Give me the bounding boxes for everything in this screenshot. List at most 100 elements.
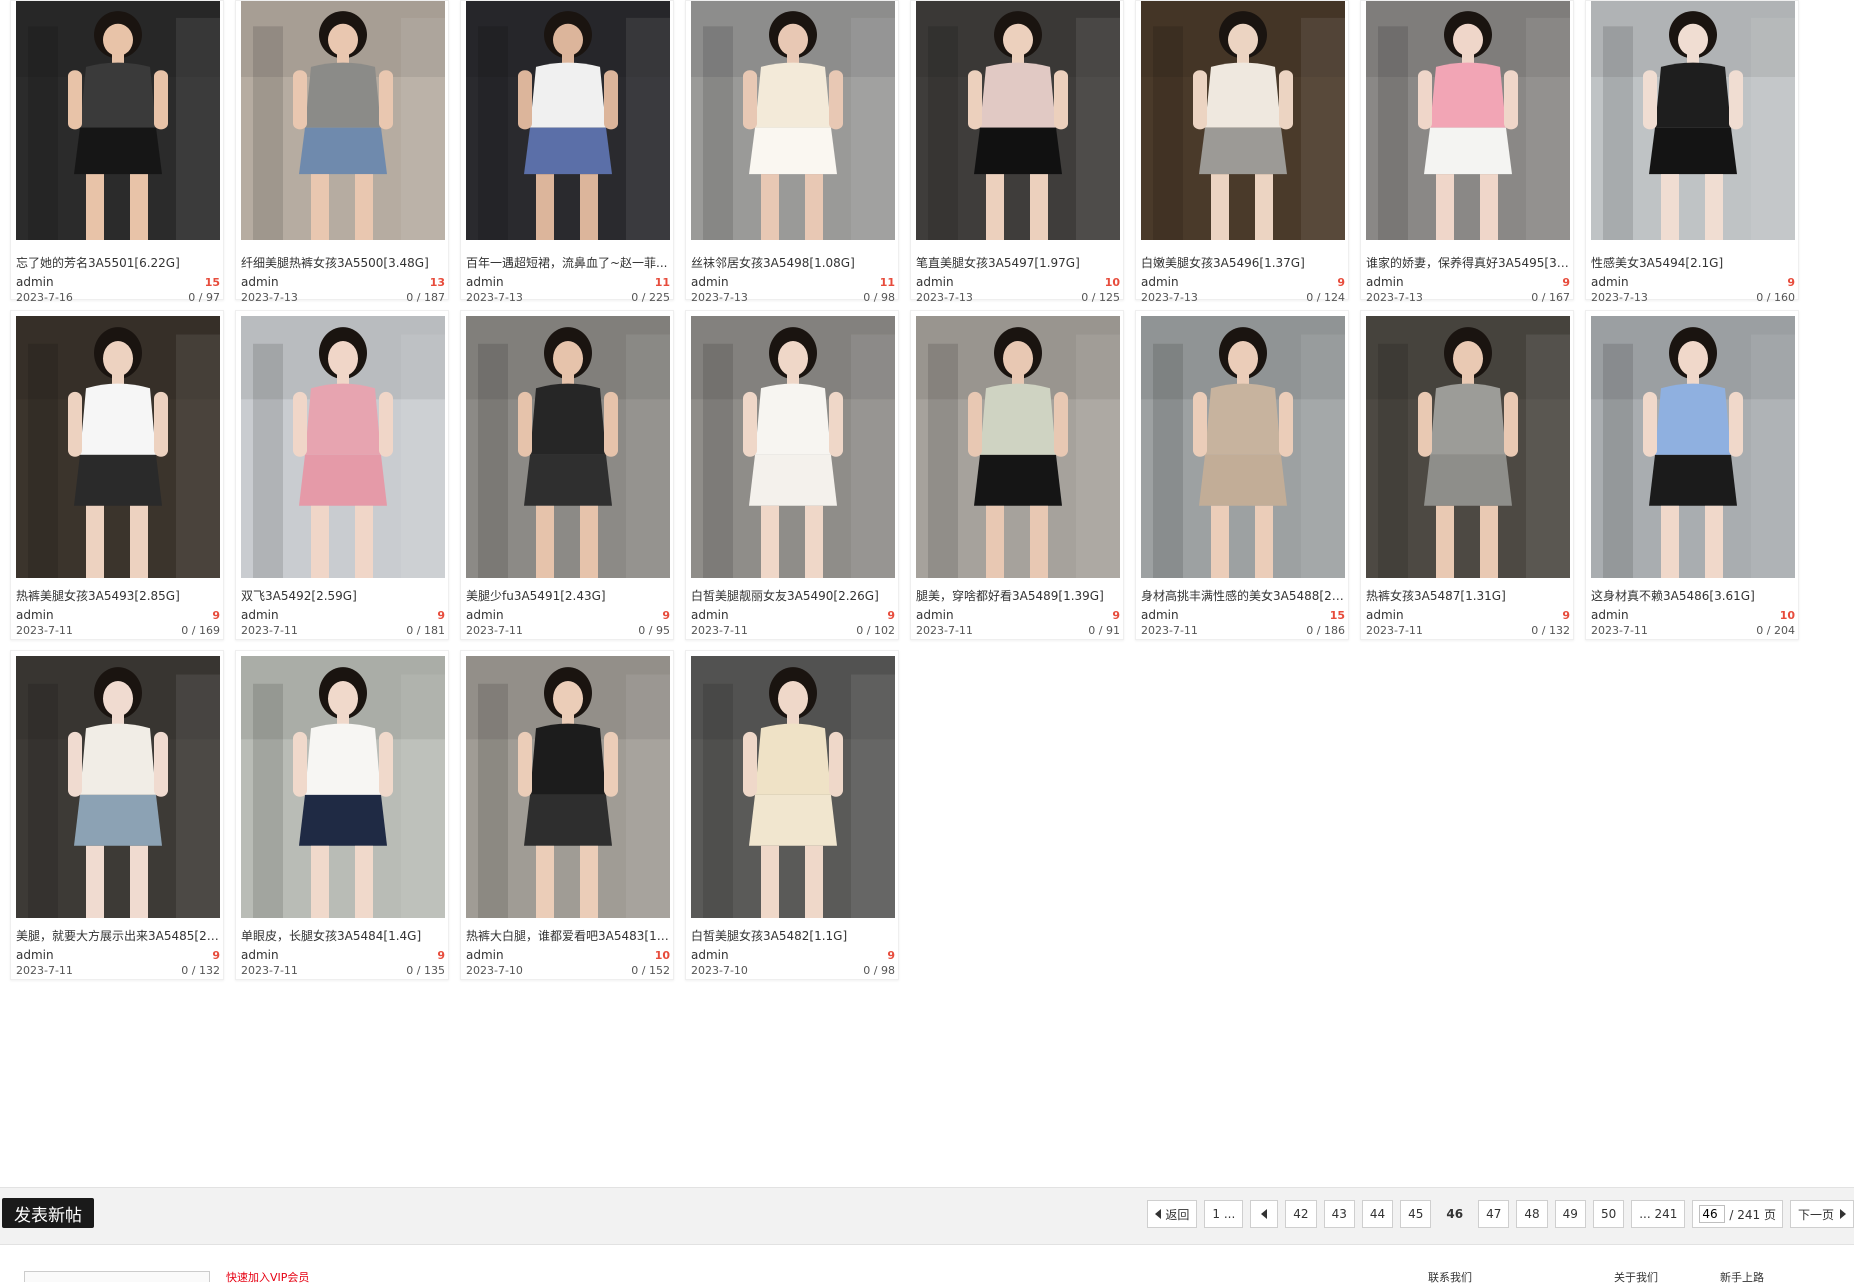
page-42[interactable]: 42 <box>1285 1200 1317 1228</box>
thread-author[interactable]: admin <box>16 275 54 289</box>
footer-link-guide[interactable]: 新手上路 <box>1720 1269 1764 1285</box>
thread-stats: 0 / 132 <box>1531 623 1570 637</box>
thread-image-count: 9 <box>887 948 895 962</box>
thread-title[interactable]: 腿美，穿啥都好看3A5489[1.39G] <box>916 587 1120 604</box>
thread-title[interactable]: 纤细美腿热裤女孩3A5500[3.48G] <box>241 254 445 271</box>
thread-title[interactable]: 这身材真不赖3A5486[3.61G] <box>1591 587 1795 604</box>
thread-title[interactable]: 双飞3A5492[2.59G] <box>241 587 445 604</box>
page-48[interactable]: 48 <box>1516 1200 1548 1228</box>
thread-author[interactable]: admin <box>241 608 279 622</box>
thread-card: 白嫩美腿女孩3A5496[1.37G] admin 9 2023-7-13 0 … <box>1135 0 1349 304</box>
thread-author[interactable]: admin <box>16 948 54 962</box>
thread-title[interactable]: 热裤大白腿，谁都爱看吧3A5483[1.... <box>466 927 670 944</box>
thread-author[interactable]: admin <box>1141 608 1179 622</box>
thread-image-count: 9 <box>887 608 895 622</box>
page-47[interactable]: 47 <box>1478 1200 1510 1228</box>
thread-author[interactable]: admin <box>241 948 279 962</box>
thread-meta: admin 9 <box>691 947 895 963</box>
page-first[interactable]: 1 ... <box>1204 1200 1244 1228</box>
thread-title[interactable]: 美腿少fu3A5491[2.43G] <box>466 587 670 604</box>
thread-stats: 0 / 186 <box>1306 623 1345 637</box>
page-total: / 241 页 <box>1729 1207 1776 1222</box>
prev-page-button[interactable] <box>1250 1200 1279 1228</box>
thread-title[interactable]: 单眼皮，长腿女孩3A5484[1.4G] <box>241 927 445 944</box>
thread-title[interactable]: 身材高挑丰满性感的美女3A5488[2.... <box>1141 587 1345 604</box>
thread-author[interactable]: admin <box>1591 275 1629 289</box>
page-49[interactable]: 49 <box>1554 1200 1586 1228</box>
prev-arrow-icon <box>1261 1209 1268 1219</box>
thread-title[interactable]: 性感美女3A5494[2.1G] <box>1591 254 1795 271</box>
thread-stats-row: 2023-7-10 0 / 152 <box>466 962 670 978</box>
thread-title[interactable]: 白嫩美腿女孩3A5496[1.37G] <box>1141 254 1345 271</box>
page-50[interactable]: 50 <box>1592 1200 1625 1228</box>
thread-thumbnail[interactable] <box>691 1 895 240</box>
thread-thumbnail[interactable] <box>241 316 445 578</box>
thread-date: 2023-7-16 <box>16 290 73 304</box>
thread-card: 白皙美腿靓丽女友3A5490[2.26G] admin 9 2023-7-11 … <box>685 310 899 640</box>
thread-thumbnail[interactable] <box>691 316 895 578</box>
thread-title[interactable]: 谁家的娇妻，保养得真好3A5495[3.... <box>1366 254 1570 271</box>
thread-title[interactable]: 笔直美腿女孩3A5497[1.97G] <box>916 254 1120 271</box>
thumbnail-image <box>1591 1 1795 240</box>
thread-thumbnail[interactable] <box>16 656 220 918</box>
thread-date: 2023-7-10 <box>466 963 523 977</box>
thread-image-count: 9 <box>1112 608 1120 622</box>
thread-thumbnail[interactable] <box>466 1 670 240</box>
thread-title[interactable]: 热裤美腿女孩3A5493[2.85G] <box>16 587 220 604</box>
thread-author[interactable]: admin <box>466 275 504 289</box>
thread-thumbnail[interactable] <box>1591 1 1795 240</box>
thumbnail-image <box>16 1 220 240</box>
footer-link-about[interactable]: 关于我们 <box>1614 1269 1658 1285</box>
thread-author[interactable]: admin <box>1366 275 1404 289</box>
thread-thumbnail[interactable] <box>16 316 220 578</box>
footer: 快速加入VIP会员 联系我们 关于我们 新手上路 <box>0 1243 1854 1284</box>
page-43[interactable]: 43 <box>1323 1200 1355 1228</box>
page-45[interactable]: 45 <box>1400 1200 1432 1228</box>
thread-author[interactable]: admin <box>691 948 729 962</box>
thread-author[interactable]: admin <box>691 608 729 622</box>
thread-title[interactable]: 热裤女孩3A5487[1.31G] <box>1366 587 1570 604</box>
thread-title[interactable]: 丝袜邻居女孩3A5498[1.08G] <box>691 254 895 271</box>
thread-thumbnail[interactable] <box>241 1 445 240</box>
thread-thumbnail[interactable] <box>466 316 670 578</box>
thread-title[interactable]: 白皙美腿靓丽女友3A5490[2.26G] <box>691 587 895 604</box>
page-44[interactable]: 44 <box>1361 1200 1394 1228</box>
new-post-button[interactable]: 发表新帖 <box>2 1198 94 1228</box>
thread-thumbnail[interactable] <box>1141 1 1345 240</box>
footer-link-contact[interactable]: 联系我们 <box>1428 1269 1472 1285</box>
footer-vip-link[interactable]: 快速加入VIP会员 <box>226 1269 309 1285</box>
thread-date: 2023-7-13 <box>1591 290 1648 304</box>
thread-thumbnail[interactable] <box>691 656 895 918</box>
thread-title[interactable]: 白皙美腿女孩3A5482[1.1G] <box>691 927 895 944</box>
thread-title[interactable]: 忘了她的芳名3A5501[6.22G] <box>16 254 220 271</box>
thread-thumbnail[interactable] <box>241 656 445 918</box>
page-last[interactable]: ... 241 <box>1631 1200 1686 1228</box>
thread-author[interactable]: admin <box>466 608 504 622</box>
thread-date: 2023-7-13 <box>1366 290 1423 304</box>
thread-thumbnail[interactable] <box>1141 316 1345 578</box>
thread-author[interactable]: admin <box>916 275 954 289</box>
thread-meta: admin 9 <box>1366 607 1570 623</box>
thread-author[interactable]: admin <box>241 275 279 289</box>
thread-thumbnail[interactable] <box>466 656 670 918</box>
thread-author[interactable]: admin <box>691 275 729 289</box>
thread-author[interactable]: admin <box>1591 608 1629 622</box>
thread-title[interactable]: 百年一遇超短裙，流鼻血了~赵一菲... <box>466 254 670 271</box>
thread-thumbnail[interactable] <box>1366 1 1570 240</box>
thread-thumbnail[interactable] <box>916 1 1120 240</box>
next-page-button[interactable]: 下一页 <box>1789 1200 1854 1228</box>
thread-title[interactable]: 美腿，就要大方展示出来3A5485[2.... <box>16 927 220 944</box>
thread-stats: 0 / 167 <box>1531 290 1570 304</box>
next-arrow-icon <box>1840 1209 1846 1219</box>
back-button[interactable]: 返回 <box>1147 1200 1198 1228</box>
thread-author[interactable]: admin <box>466 948 504 962</box>
thread-author[interactable]: admin <box>1141 275 1179 289</box>
thread-thumbnail[interactable] <box>16 1 220 240</box>
thread-thumbnail[interactable] <box>1366 316 1570 578</box>
page-jump-input[interactable] <box>1699 1205 1726 1223</box>
thread-author[interactable]: admin <box>1366 608 1404 622</box>
thread-author[interactable]: admin <box>16 608 54 622</box>
thread-thumbnail[interactable] <box>1591 316 1795 578</box>
thread-thumbnail[interactable] <box>916 316 1120 578</box>
thread-author[interactable]: admin <box>916 608 954 622</box>
